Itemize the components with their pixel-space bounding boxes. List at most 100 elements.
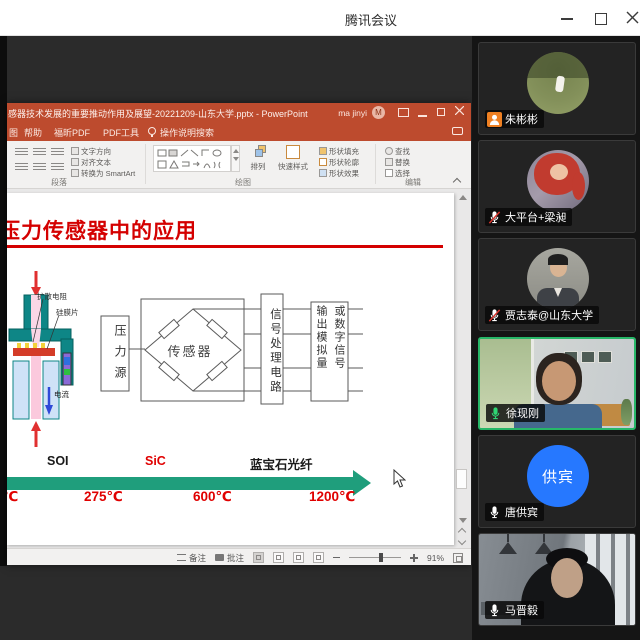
ppt-close-icon <box>455 106 464 115</box>
zoom-in-button[interactable] <box>410 554 418 562</box>
next-slide-icon[interactable] <box>458 537 466 543</box>
slide-sorter-view-button[interactable] <box>273 552 284 563</box>
find-button[interactable]: 查找 <box>385 146 410 157</box>
scrollbar-thumb[interactable] <box>456 469 467 489</box>
align-text-button[interactable]: 对齐文本 <box>71 157 111 168</box>
shapes-gallery-scroll[interactable] <box>231 145 240 172</box>
shape-fill-button[interactable]: 形状填充 <box>319 146 359 157</box>
line-spacing-icon[interactable] <box>51 161 64 171</box>
align-text-icon <box>71 158 79 166</box>
ribbon-tab-pdf-tools[interactable]: PDF工具 <box>103 126 139 139</box>
slideshow-view-button[interactable] <box>313 552 324 563</box>
replace-button[interactable]: 替换 <box>385 157 410 168</box>
text-direction-button[interactable]: 文字方向 <box>71 146 111 157</box>
signal-processing-box-label: 信号处理电路 <box>263 297 283 405</box>
indent-icon[interactable] <box>51 146 64 156</box>
current-label: 电流 <box>54 389 69 400</box>
align-left-icon[interactable] <box>15 161 28 171</box>
slide-editing-area: 压力传感器中的应用 <box>7 189 471 548</box>
ppt-ribbon: 文字方向 对齐文本 转换为 SmartArt 段落 <box>7 141 471 189</box>
tell-me-search[interactable]: 操作说明搜索 <box>160 126 214 139</box>
participant-tile[interactable]: 供宾 唐供宾 <box>478 435 636 528</box>
mic-on-icon <box>487 505 502 520</box>
participant-nametag: 朱彬彬 <box>485 110 544 128</box>
participant-tile[interactable]: 朱彬彬 <box>478 42 636 135</box>
ppt-menu-row: 图 帮助 福昕PDF PDF工具 操作说明搜索 <box>7 122 471 141</box>
meeting-window: 腾讯会议 感器技术发展的重要推动作用及展望-20221209-山东大学.pptx… <box>0 0 640 640</box>
maximize-button[interactable] <box>586 0 616 36</box>
convert-smartart-button[interactable]: 转换为 SmartArt <box>71 168 135 179</box>
minimize-button[interactable] <box>552 0 582 36</box>
shape-outline-icon <box>319 158 327 166</box>
ppt-close-button[interactable] <box>455 106 464 117</box>
shape-outline-button[interactable]: 形状轮廓 <box>319 157 359 168</box>
arrange-icon <box>251 145 265 159</box>
participant-tile[interactable]: 马晋毅 <box>478 533 636 626</box>
tell-me-bulb-icon <box>148 127 156 135</box>
avatar: 供宾 <box>527 445 589 507</box>
gallery-up-icon <box>233 149 239 153</box>
quick-styles-button[interactable]: 快速样式 <box>275 144 311 176</box>
scroll-down-icon[interactable] <box>459 518 467 523</box>
close-button[interactable] <box>618 0 640 36</box>
zoom-level[interactable]: 91% <box>427 553 444 563</box>
participant-name: 贾志泰@山东大学 <box>505 307 593 323</box>
bullet-list-icon[interactable] <box>15 146 28 156</box>
ppt-minimize-button[interactable] <box>418 115 427 117</box>
material-soi-label: SOI <box>47 454 69 468</box>
slide-scrollbar[interactable] <box>456 191 468 543</box>
ribbon-tab-partial[interactable]: 图 <box>9 126 18 139</box>
editing-group-label: 编辑 <box>405 177 421 188</box>
participant-tile[interactable]: 大平台+梁昶 <box>478 140 636 233</box>
participant-tile[interactable]: 贾志泰@山东大学 <box>478 238 636 331</box>
comments-toggle[interactable]: 批注 <box>215 552 244 564</box>
ribbon-tab-foxit-pdf[interactable]: 福昕PDF <box>54 126 90 139</box>
shapes-gallery[interactable] <box>153 145 231 172</box>
ppt-account-avatar[interactable]: M <box>372 106 385 119</box>
person-face <box>551 558 583 598</box>
sensor-box-label: 传感器 <box>147 341 233 360</box>
temperature-arrow[interactable] <box>7 477 353 490</box>
shape-effects-button[interactable]: 形状效果 <box>319 168 359 179</box>
silicon-diaphragm-label: 硅膜片 <box>56 307 79 318</box>
comments-icon[interactable] <box>452 127 463 135</box>
screen-edge-strip <box>0 36 7 566</box>
temp-label-1200: 1200℃ <box>309 489 355 505</box>
participant-nametag: 徐现刚 <box>486 404 545 422</box>
avatar <box>527 248 589 310</box>
previous-slide-icon[interactable] <box>458 528 466 534</box>
participant-tile-active-speaker[interactable]: 徐现刚 <box>478 337 636 430</box>
align-center-icon[interactable] <box>33 161 46 171</box>
notes-toggle[interactable]: 备注 <box>177 552 206 564</box>
ppt-account-name[interactable]: ma jinyi <box>338 108 367 118</box>
ribbon-separator <box>145 144 146 184</box>
numbered-list-icon[interactable] <box>33 146 46 156</box>
material-sapphire-label: 蓝宝石光纤 <box>250 454 313 473</box>
zoom-slider-thumb[interactable] <box>379 553 383 562</box>
ribbon-display-options-icon[interactable] <box>398 108 409 117</box>
participants-sidebar: 朱彬彬 大平台+梁昶 贾志泰@山东大学 <box>472 36 640 640</box>
mic-muted-icon <box>487 308 502 323</box>
ribbon-tab-help[interactable]: 帮助 <box>24 126 42 139</box>
scroll-up-icon[interactable] <box>459 195 467 200</box>
zoom-out-button[interactable] <box>333 557 340 559</box>
reading-view-button[interactable] <box>293 552 304 563</box>
participant-name: 马晋毅 <box>505 602 538 618</box>
ppt-restore-button[interactable] <box>437 108 445 116</box>
normal-view-button[interactable] <box>253 552 264 563</box>
slide-title[interactable]: 压力传感器中的应用 <box>7 215 197 245</box>
arrange-button[interactable]: 排列 <box>245 144 271 176</box>
collapse-ribbon-icon[interactable] <box>453 176 461 184</box>
slide-canvas[interactable]: 压力传感器中的应用 <box>7 193 454 545</box>
temp-label-left: ℃ <box>7 489 18 505</box>
close-icon <box>626 11 639 24</box>
shared-screen-stage: 感器技术发展的重要推动作用及展望-20221209-山东大学.pptx - Po… <box>0 36 640 640</box>
output-left-column: 输出模拟量 <box>313 305 329 401</box>
participant-name: 徐现刚 <box>506 405 539 421</box>
zoom-slider[interactable] <box>349 557 401 558</box>
mouse-cursor <box>393 469 406 488</box>
fit-slide-button[interactable] <box>453 553 463 563</box>
user-icon <box>487 112 502 127</box>
avatar-text: 供宾 <box>542 466 574 487</box>
participant-nametag: 大平台+梁昶 <box>485 208 572 226</box>
